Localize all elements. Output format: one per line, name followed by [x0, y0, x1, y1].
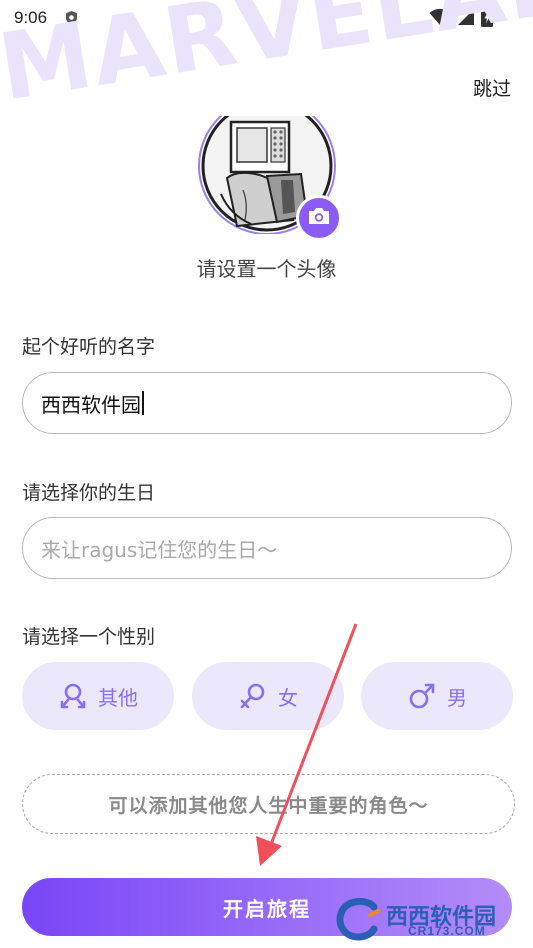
name-input[interactable]: 西西软件园 [22, 372, 512, 434]
gender-label-other: 其他 [98, 685, 138, 710]
site-logo: 西西软件园 CR173.COM [334, 895, 516, 943]
gender-option-other[interactable]: 其他 [22, 662, 174, 730]
gender-label-female: 女 [278, 685, 298, 710]
skip-button[interactable]: 跳过 [473, 74, 511, 101]
male-icon [407, 681, 437, 711]
text-caret [142, 391, 144, 415]
camera-button[interactable] [296, 195, 342, 241]
birthday-field[interactable]: 来让ragus记住您的生日～ [22, 517, 512, 579]
site-logo-mark-icon [334, 897, 380, 941]
other-gender-icon [58, 681, 88, 711]
female-icon [238, 681, 268, 711]
avatar-label: 请设置一个头像 [196, 257, 337, 281]
name-section-label: 起个好听的名字 [22, 336, 156, 358]
gender-section-label: 请选择一个性别 [22, 626, 156, 648]
gender-label-male: 男 [447, 685, 467, 710]
watermark-text: MARVELAI [0, 0, 533, 122]
birthday-placeholder: 来让ragus记住您的生日～ [41, 537, 278, 562]
site-logo-domain: CR173.COM [408, 924, 486, 938]
add-role-button[interactable]: 可以添加其他您人生中重要的角色～ [22, 774, 515, 834]
camera-icon [307, 206, 331, 230]
birthday-section-label: 请选择你的生日 [22, 482, 156, 504]
gender-option-male[interactable]: 男 [361, 662, 513, 730]
name-input-value: 西西软件园 [41, 392, 141, 417]
gender-option-female[interactable]: 女 [192, 662, 344, 730]
